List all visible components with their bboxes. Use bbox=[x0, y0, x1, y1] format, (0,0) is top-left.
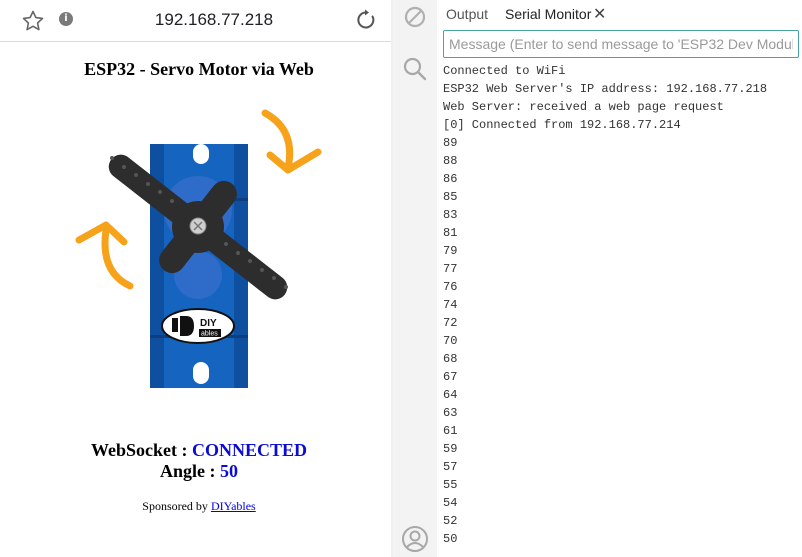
tab-output[interactable]: Output bbox=[446, 6, 488, 22]
reload-icon[interactable] bbox=[354, 8, 378, 32]
sponsor-text: Sponsored by DIYables bbox=[0, 499, 391, 514]
serial-log: Connected to WiFi ESP32 Web Server's IP a… bbox=[443, 62, 799, 557]
address-bar: i 192.168.77.218 bbox=[0, 0, 391, 42]
angle-value: 50 bbox=[220, 461, 238, 481]
log-line: Web Server: received a web page request bbox=[443, 100, 724, 114]
websocket-label: WebSocket : bbox=[90, 440, 192, 460]
url-text[interactable]: 192.168.77.218 bbox=[110, 10, 318, 30]
angle-line: Angle : 50 bbox=[0, 461, 391, 482]
log-line: 50 bbox=[443, 532, 458, 546]
svg-text:ables: ables bbox=[201, 331, 218, 338]
angle-label: Angle : bbox=[160, 461, 220, 481]
log-line: 70 bbox=[443, 334, 458, 348]
log-line: 88 bbox=[443, 154, 458, 168]
info-icon[interactable]: i bbox=[59, 12, 73, 26]
log-line: 55 bbox=[443, 478, 458, 492]
log-line: 52 bbox=[443, 514, 458, 528]
account-icon[interactable] bbox=[401, 525, 429, 553]
log-line: ESP32 Web Server's IP address: 192.168.7… bbox=[443, 82, 768, 96]
log-line: 81 bbox=[443, 226, 458, 240]
tab-serial-monitor[interactable]: Serial Monitor bbox=[505, 6, 591, 22]
log-line: 89 bbox=[443, 136, 458, 150]
svg-text:DIY: DIY bbox=[200, 318, 217, 329]
message-input[interactable] bbox=[443, 30, 799, 58]
websocket-status-line: WebSocket : CONNECTED bbox=[0, 440, 391, 461]
ide-sidebar bbox=[393, 0, 437, 557]
sponsor-link[interactable]: DIYables bbox=[211, 499, 256, 513]
ide-panel: Output Serial Monitor ✕ Connected to WiF… bbox=[393, 0, 802, 557]
log-line: Connected to WiFi bbox=[443, 64, 566, 78]
sponsor-label: Sponsored by bbox=[142, 499, 211, 513]
servo-motor-image[interactable]: DIY ables bbox=[68, 100, 328, 400]
clear-output-icon[interactable] bbox=[403, 5, 427, 29]
log-line: 61 bbox=[443, 424, 458, 438]
log-line: 79 bbox=[443, 244, 458, 258]
log-line: 67 bbox=[443, 370, 458, 384]
search-icon[interactable] bbox=[402, 56, 428, 82]
log-line: 64 bbox=[443, 388, 458, 402]
websocket-status: CONNECTED bbox=[191, 440, 307, 460]
diyables-logo: DIY ables bbox=[161, 308, 235, 344]
log-line: 85 bbox=[443, 190, 458, 204]
log-line: 59 bbox=[443, 442, 458, 456]
rotate-counterclockwise-arrow bbox=[75, 221, 134, 290]
panel-tabs: Output Serial Monitor ✕ bbox=[437, 0, 802, 28]
log-line: 54 bbox=[443, 496, 458, 510]
rotate-clockwise-arrow bbox=[261, 109, 322, 174]
page-title: ESP32 - Servo Motor via Web bbox=[84, 59, 314, 79]
browser-window: i 192.168.77.218 ESP32 - Servo Motor via… bbox=[0, 0, 391, 557]
log-line: [0] Connected from 192.168.77.214 bbox=[443, 118, 681, 132]
log-line: 63 bbox=[443, 406, 458, 420]
star-icon[interactable] bbox=[21, 9, 45, 33]
log-line: 72 bbox=[443, 316, 458, 330]
log-line: 76 bbox=[443, 280, 458, 294]
log-line: 68 bbox=[443, 352, 458, 366]
log-line: 83 bbox=[443, 208, 458, 222]
close-icon[interactable]: ✕ bbox=[593, 4, 606, 23]
log-line: 86 bbox=[443, 172, 458, 186]
log-line: 77 bbox=[443, 262, 458, 276]
log-line: 74 bbox=[443, 298, 458, 312]
log-line: 57 bbox=[443, 460, 458, 474]
